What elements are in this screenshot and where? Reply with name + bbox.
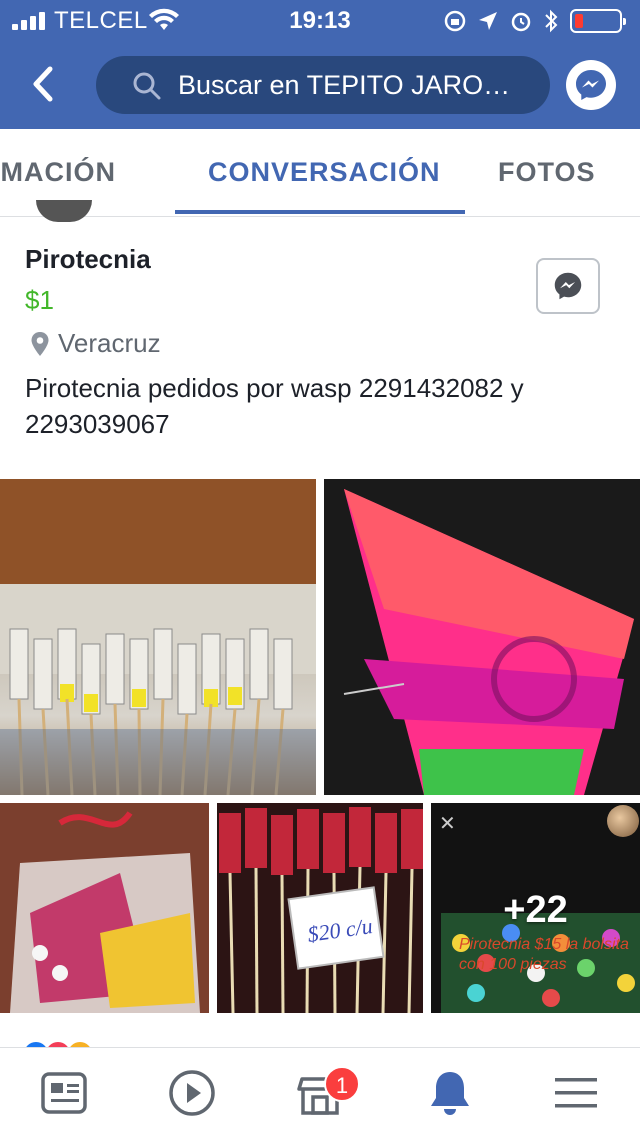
page-tabs: RMACIÓN CONVERSACIÓN FOTOS: [0, 129, 640, 217]
status-icons: [444, 8, 626, 34]
nav-news-feed[interactable]: [38, 1068, 90, 1118]
search-query: Buscar en TEPITO JARO…: [178, 69, 511, 100]
paper-cone-image: [343, 489, 634, 795]
alarm-icon: [511, 12, 531, 32]
back-button[interactable]: [18, 58, 66, 110]
location-pin-icon: [31, 331, 49, 356]
photo-2[interactable]: [324, 479, 640, 795]
bell-icon: [431, 1072, 469, 1115]
battery-icon: [570, 9, 626, 33]
photo-5-more[interactable]: ✕ Pirotecnia $15 la bolsita con 100 piez…: [431, 803, 640, 1013]
nav-watch[interactable]: [166, 1068, 218, 1118]
news-feed-icon: [41, 1072, 87, 1114]
close-icon: ✕: [439, 813, 456, 835]
post-description: Pirotecnia pedidos por wasp 2291432082 y…: [25, 373, 524, 439]
hamburger-menu-icon: [555, 1078, 597, 1108]
tab-conversacion[interactable]: CONVERSACIÓN: [208, 157, 441, 188]
app-header: TELCEL 19:13 Buscar en TEPITO JARO…: [0, 0, 640, 129]
search-icon: [133, 72, 161, 100]
photo-4[interactable]: $20 c/u: [217, 803, 423, 1013]
messenger-icon: [554, 272, 582, 300]
search-bar[interactable]: Buscar en TEPITO JARO…: [96, 56, 550, 114]
status-bar: TELCEL 19:13: [0, 0, 640, 40]
avatar: [607, 805, 639, 837]
play-icon: [169, 1070, 215, 1116]
more-photos-count: +22: [503, 889, 568, 931]
tab-fotos[interactable]: FOTOS: [498, 157, 596, 188]
photo-3[interactable]: [0, 803, 209, 1013]
messenger-button[interactable]: [566, 60, 616, 110]
photo-overlay-caption: Pirotecnia $15 la bolsita con 100 piezas: [459, 936, 629, 973]
post-price: $1: [25, 285, 54, 315]
notification-badge: 1: [324, 1066, 360, 1102]
nav-menu[interactable]: [550, 1068, 602, 1118]
messenger-icon: [576, 70, 606, 100]
tab-informacion[interactable]: RMACIÓN: [0, 157, 116, 188]
location-label: Veracruz: [58, 328, 161, 358]
avatar[interactable]: [36, 200, 92, 222]
rotation-lock-icon: [444, 10, 466, 32]
post-title: Pirotecnia: [25, 244, 151, 274]
photo-1[interactable]: [0, 479, 316, 795]
chevron-left-icon: [33, 66, 53, 102]
bagged-fireworks-image: [0, 803, 209, 1013]
active-tab-indicator: [175, 210, 465, 214]
red-rockets-image: $20 c/u: [217, 803, 423, 1013]
post-location: Veracruz: [30, 328, 161, 359]
nav-notifications[interactable]: [424, 1068, 476, 1118]
bluetooth-icon: [545, 9, 558, 33]
location-arrow-icon: [479, 12, 497, 30]
message-seller-button[interactable]: [536, 258, 600, 314]
rocket-fireworks-image: [0, 479, 316, 795]
bottom-navigation: 1: [0, 1047, 640, 1136]
